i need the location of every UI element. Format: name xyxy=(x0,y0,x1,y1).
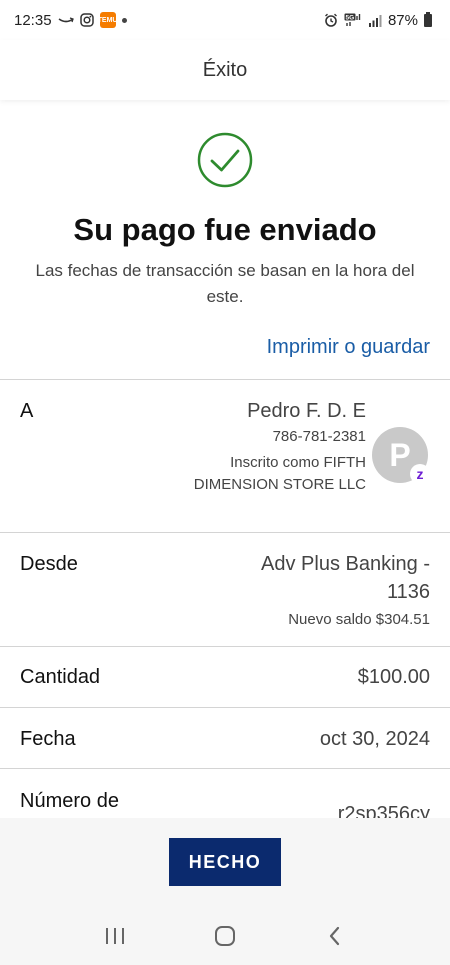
amount-value: $100.00 xyxy=(357,666,430,688)
amazon-icon xyxy=(58,15,74,25)
battery-percent: 87% xyxy=(387,11,418,29)
5g-icon: 5G xyxy=(344,13,362,27)
date-label: Fecha xyxy=(20,728,76,750)
success-headline: Su pago fue enviado xyxy=(73,212,377,247)
status-left: 12:35 TEMU xyxy=(14,12,127,29)
instagram-icon xyxy=(79,13,94,27)
from-label: Desde xyxy=(20,553,78,575)
home-icon xyxy=(215,925,235,946)
zelle-badge-icon: z xyxy=(410,464,430,484)
new-balance: Nuevo saldo $304.51 xyxy=(288,611,430,628)
recent-apps-icon xyxy=(106,927,124,944)
done-button[interactable]: HECHO xyxy=(169,838,281,886)
recipient-name: Pedro F. D. E xyxy=(247,400,366,422)
battery-icon xyxy=(424,11,432,27)
svg-text:5G: 5G xyxy=(345,15,354,22)
divider xyxy=(0,532,450,533)
status-time: 12:35 xyxy=(14,11,52,29)
confirmation-value: r2sp356cy xyxy=(337,803,430,818)
recipient-phone: 786-781-2381 xyxy=(272,428,366,445)
recent-apps-button[interactable] xyxy=(95,916,135,956)
system-nav-bar xyxy=(0,906,450,965)
notification-dot-icon xyxy=(121,17,127,23)
status-right: 5G 87% xyxy=(324,11,432,29)
recipient-enrolled-as: Inscrito como FIFTH DIMENSION STORE LLC xyxy=(193,454,366,493)
status-bar: 12:35 TEMU 5G 87% xyxy=(0,0,450,40)
confirmation-content[interactable]: Su pago fue enviado Las fechas de transa… xyxy=(0,100,450,818)
app-header: Éxito xyxy=(0,40,450,100)
divider xyxy=(0,768,450,769)
page-title: Éxito xyxy=(202,58,248,81)
home-button[interactable] xyxy=(205,916,245,956)
back-button[interactable] xyxy=(315,916,355,956)
from-account: Adv Plus Banking - 1136 xyxy=(261,553,430,603)
avatar-initial: P xyxy=(389,436,411,473)
divider xyxy=(0,646,450,647)
date-value: oct 30, 2024 xyxy=(319,728,430,750)
divider xyxy=(0,707,450,708)
confirmation-label: Número de xyxy=(20,790,119,812)
bottom-action-bar: HECHO xyxy=(0,818,450,906)
back-icon xyxy=(329,926,340,945)
divider xyxy=(0,379,450,380)
alarm-icon xyxy=(324,13,338,27)
timezone-note: Las fechas de transacción se basan en la… xyxy=(35,261,415,306)
check-circle-icon xyxy=(197,132,253,188)
amount-label: Cantidad xyxy=(20,666,101,688)
temu-icon: TEMU xyxy=(98,12,117,28)
zelle-symbol: z xyxy=(416,466,424,482)
signal-icon xyxy=(368,14,382,27)
print-or-save-link[interactable]: Imprimir o guardar xyxy=(267,336,430,359)
to-label: A xyxy=(20,400,34,422)
